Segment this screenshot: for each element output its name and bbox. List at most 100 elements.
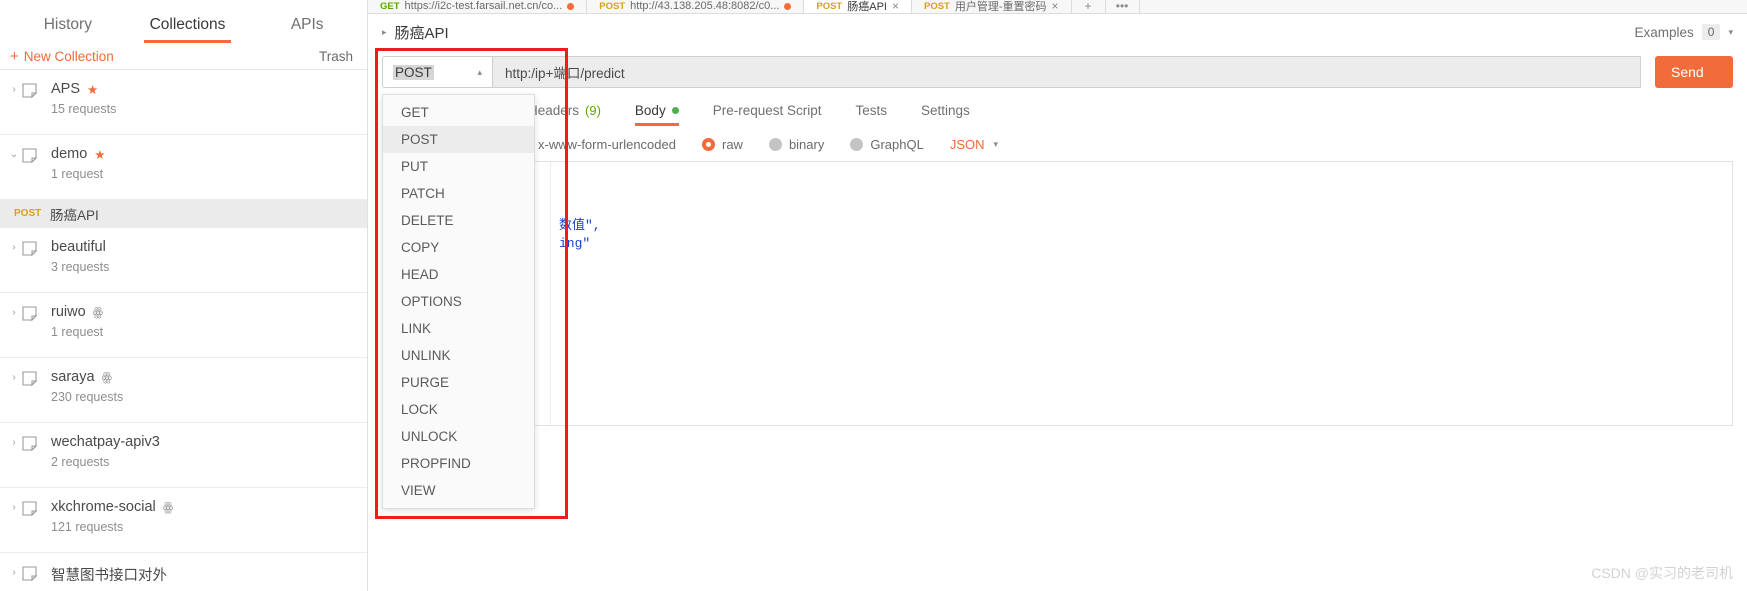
tab-overflow-button[interactable]: ••• (1106, 0, 1140, 13)
folder-icon (22, 81, 44, 103)
body-format-radio-graphql[interactable]: GraphQL (850, 137, 924, 152)
method-selector[interactable]: POST ▴ (382, 56, 492, 88)
method-option-link[interactable]: LINK (383, 315, 534, 342)
chevron-down-icon[interactable]: ⌄ (6, 146, 22, 160)
folder-icon (22, 146, 44, 168)
collection-name: ruiwo (51, 304, 86, 320)
method-option-patch[interactable]: PATCH (383, 180, 534, 207)
collection-row[interactable]: › xkchrome-social ꙮ 121 requests (0, 488, 367, 553)
request-tab[interactable]: POST 用户管理-重置密码 × (912, 0, 1072, 13)
request-tab[interactable]: GET https://i2c-test.farsail.net.cn/co... (368, 0, 588, 13)
collection-name-row: saraya ꙮ (51, 369, 123, 385)
sidebar-actions: + New Collection Trash (0, 43, 367, 70)
collection-row[interactable]: › beautiful 3 requests (0, 228, 367, 293)
request-tab[interactable]: POST 肠癌API × (804, 0, 912, 13)
request-tab[interactable]: POST http://43.138.205.48:8082/c0... (587, 0, 805, 13)
collection-row[interactable]: › 智慧图书接口对外0 requests (0, 553, 367, 590)
chevron-right-icon[interactable]: › (6, 499, 22, 513)
request-tab-headers[interactable]: Headers (9) (528, 103, 601, 126)
collection-row[interactable]: › wechatpay-apiv3 2 requests (0, 423, 367, 488)
request-tab-pre-request-script[interactable]: Pre-request Script (713, 103, 822, 126)
chevron-right-icon[interactable]: › (6, 239, 22, 253)
collection-text: demo ★ 1 request (44, 146, 106, 181)
collection-row[interactable]: › ruiwo ꙮ 1 request (0, 293, 367, 358)
unsaved-dot-icon (784, 2, 792, 10)
send-button[interactable]: Send (1655, 56, 1733, 88)
url-input[interactable] (492, 56, 1641, 88)
collections-list[interactable]: › APS ★ 15 requests ⌄ demo ★ 1 request POST 肠癌API… (0, 70, 367, 590)
request-tab-settings[interactable]: Settings (921, 103, 970, 126)
watermark: CSDN @实习的老司机 (1591, 565, 1733, 581)
collection-row[interactable]: › saraya ꙮ 230 requests (0, 358, 367, 423)
chevron-right-icon[interactable]: ▸ (382, 27, 387, 38)
method-option-post[interactable]: POST (383, 126, 534, 153)
sidebar-tab-collections[interactable]: Collections (128, 16, 248, 43)
trash-button[interactable]: Trash (319, 49, 353, 64)
method-option-head[interactable]: HEAD (383, 261, 534, 288)
sidebar-request-item[interactable]: POST 肠癌API (0, 200, 367, 228)
request-tab-count: (9) (585, 103, 601, 118)
star-icon: ★ (87, 82, 99, 97)
request-tab-tests[interactable]: Tests (856, 103, 888, 126)
collection-request-count: 230 requests (51, 390, 124, 404)
unsaved-dot-icon (567, 2, 575, 10)
method-option-unlock[interactable]: UNLOCK (383, 423, 534, 450)
body-language-dropdown[interactable]: JSON ▾ (950, 137, 998, 152)
collection-request-count: 3 requests (51, 260, 110, 274)
request-tabstrip[interactable]: GET https://i2c-test.farsail.net.cn/co...… (368, 0, 1747, 14)
method-option-delete[interactable]: DELETE (383, 207, 534, 234)
request-tab-body[interactable]: Body (634, 103, 679, 126)
body-editor[interactable]: 数值", ing" (382, 161, 1733, 426)
chevron-right-icon[interactable]: › (6, 304, 22, 318)
shared-users-icon: ꙮ (162, 500, 174, 514)
collection-row[interactable]: › APS ★ 15 requests (0, 70, 367, 135)
sidebar-tab-history[interactable]: History (8, 16, 128, 43)
body-format-radio-binary[interactable]: binary (768, 137, 824, 152)
collection-name-row: ruiwo ꙮ (51, 304, 103, 320)
chevron-right-icon[interactable]: › (6, 564, 22, 578)
method-option-lock[interactable]: LOCK (383, 396, 534, 423)
chevron-right-icon[interactable]: › (6, 81, 22, 95)
method-option-propfind[interactable]: PROPFIND (383, 450, 534, 477)
collection-request-count: 2 requests (51, 455, 110, 469)
method-option-purge[interactable]: PURGE (383, 369, 534, 396)
sidebar-tab-apis[interactable]: APIs (247, 16, 367, 43)
collection-row[interactable]: ⌄ demo ★ 1 request (0, 135, 367, 200)
body-code-line-2: ing" (559, 236, 591, 251)
method-option-options[interactable]: OPTIONS (383, 288, 534, 315)
method-option-copy[interactable]: COPY (383, 234, 534, 261)
body-format-options[interactable]: x-www-form-urlencoded raw binary GraphQL JSO… (368, 127, 1747, 155)
close-icon[interactable]: × (892, 0, 899, 13)
breadcrumb-bar: ▸ 肠癌API Examples 0 ▾ (368, 14, 1747, 50)
method-option-get[interactable]: GET (383, 99, 534, 126)
request-section-tabs[interactable]: Headers (9) Body Pre-request Script Tests Set… (368, 94, 1747, 127)
examples-dropdown[interactable]: Examples 0 ▾ (1635, 24, 1733, 40)
folder-icon (22, 564, 44, 586)
url-bar: POST ▴ Send (368, 50, 1747, 94)
request-tab-label: Headers (528, 103, 580, 118)
collection-text: ruiwo ꙮ 1 request (44, 304, 103, 339)
request-tab-label: Tests (855, 103, 888, 118)
collection-text: saraya ꙮ 230 requests (44, 369, 123, 404)
body-format-radio-raw[interactable]: raw (701, 137, 743, 152)
request-method-label: POST (14, 208, 42, 219)
body-format-radio-x-www-form-urlencoded[interactable]: x-www-form-urlencoded (518, 137, 676, 152)
method-option-view[interactable]: VIEW (383, 477, 534, 504)
radio-icon (768, 137, 782, 151)
collection-name: APS (51, 81, 81, 97)
new-tab-button[interactable]: + (1072, 0, 1106, 13)
chevron-right-icon[interactable]: › (6, 369, 22, 383)
chevron-right-icon[interactable]: › (6, 434, 22, 448)
examples-count-badge: 0 (1701, 24, 1721, 40)
collection-name: wechatpay-apiv3 (51, 434, 160, 450)
collection-name-row: APS ★ (51, 81, 116, 97)
close-icon[interactable]: × (1052, 0, 1059, 13)
collection-name: demo (51, 146, 88, 162)
method-option-unlink[interactable]: UNLINK (383, 342, 534, 369)
page-title: 肠癌API (394, 24, 449, 42)
new-collection-label: New Collection (23, 48, 114, 64)
new-collection-button[interactable]: + New Collection (10, 49, 114, 64)
method-dropdown-menu[interactable]: GET POST PUT PATCH DELETE COPY HEAD OPTIONS LINK… (382, 94, 535, 509)
collection-name-row: beautiful (51, 239, 109, 255)
method-option-put[interactable]: PUT (383, 153, 534, 180)
